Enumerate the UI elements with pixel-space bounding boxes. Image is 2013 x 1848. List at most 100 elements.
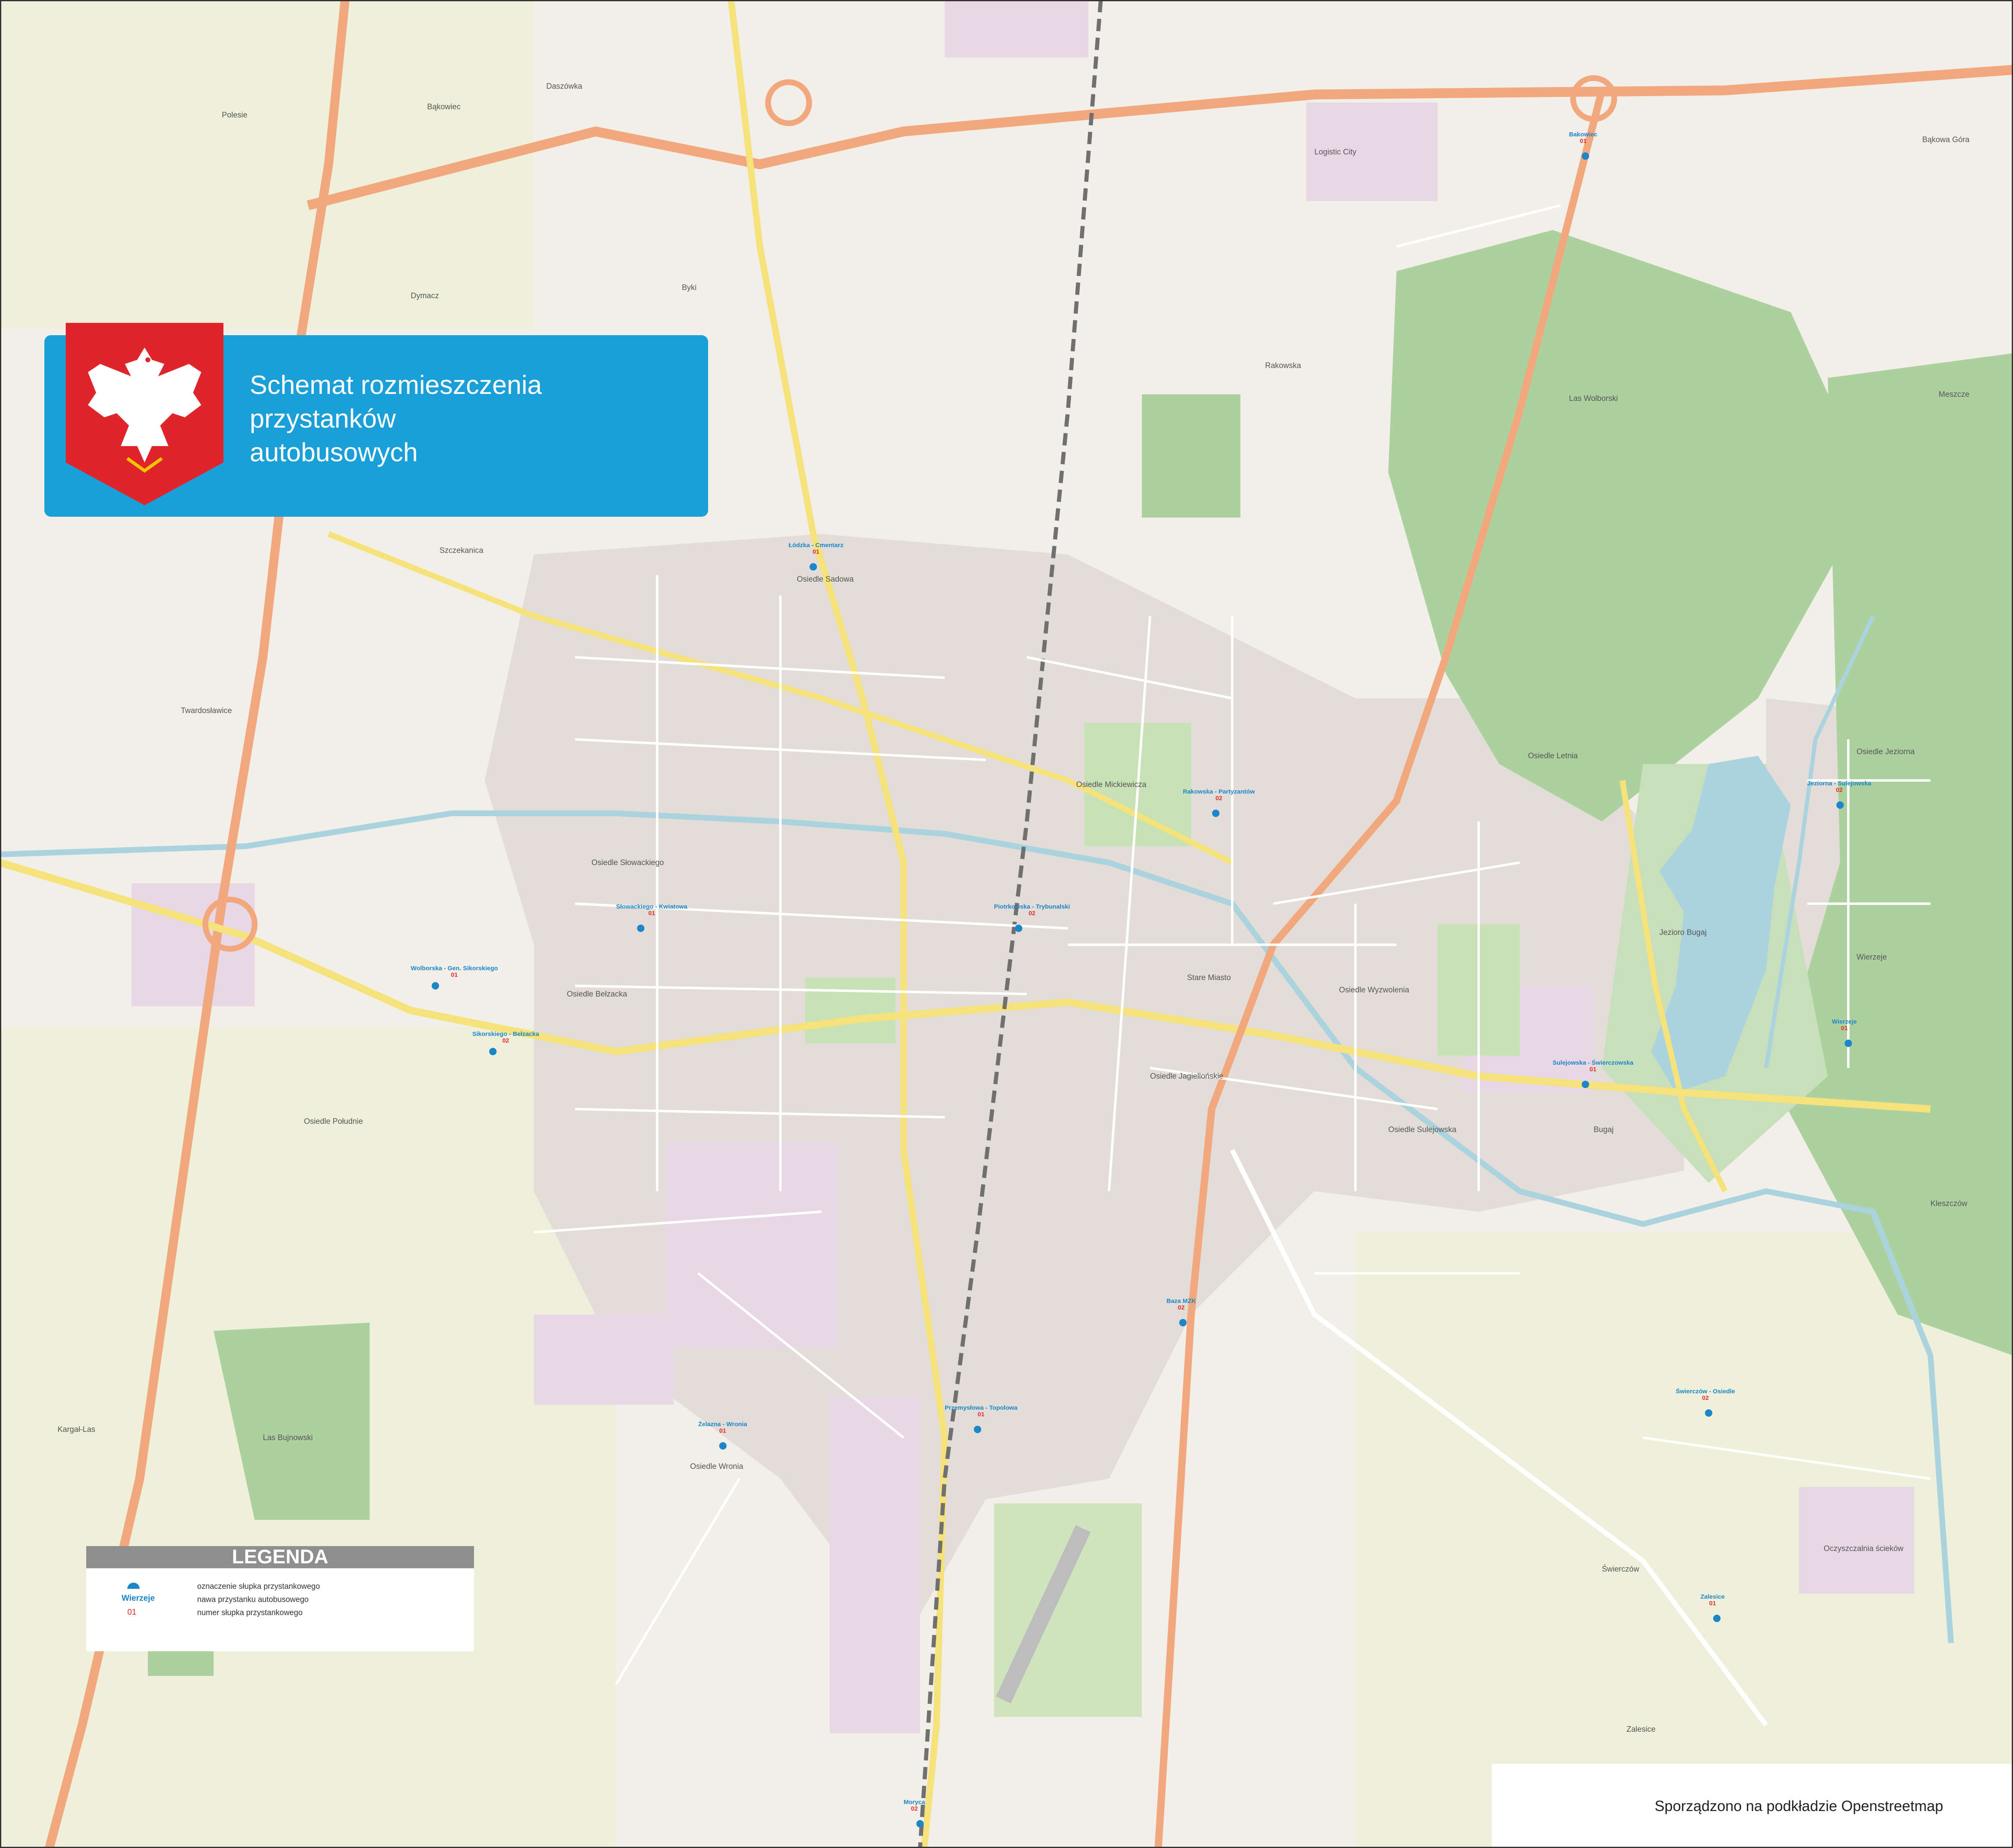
place-label: Kargał-Las [58, 1425, 95, 1434]
place-label: Osiedle Jagiellońskie [1150, 1072, 1224, 1081]
stop-number: 01 [451, 971, 458, 978]
stop-number: 01 [1709, 1600, 1716, 1607]
stop-pole-icon [432, 982, 439, 990]
stop-name: Zalesice [1700, 1593, 1725, 1600]
legend-sample-number: 01 [127, 1608, 137, 1617]
stop-pole-icon [1582, 1081, 1589, 1088]
place-label: Bąkowiec [427, 103, 461, 111]
stop-number: 02 [1178, 1304, 1185, 1311]
place-label: Osiedle Słowackiego [591, 858, 664, 867]
stop-name: Bakowiec [1569, 131, 1598, 138]
stop-number: 01 [719, 1427, 726, 1434]
bus-stop-label[interactable]: Zalesice 01 [1700, 1594, 1725, 1607]
stop-name: Słowackiego - Kwiatowa [616, 903, 688, 910]
stop-name: Piotrkowska - Trybunalski [994, 903, 1070, 910]
bus-stop-label[interactable]: Żelazna - Wronia 01 [698, 1421, 747, 1434]
bus-stop-label[interactable]: Baza MZK 02 [1166, 1298, 1196, 1311]
place-label: Osiedle Południe [304, 1117, 363, 1126]
industrial-zone [534, 1314, 674, 1405]
bus-stop-label[interactable]: Bakowiec 01 [1569, 131, 1597, 145]
stop-name: Sikorskiego - Bełzacka [472, 1031, 539, 1038]
place-label: Wierzeje [1857, 953, 1887, 962]
place-label: Jezioro Bugaj [1659, 928, 1707, 937]
place-label: Las Wolborski [1569, 394, 1618, 403]
place-label: Osiedle Jeziorna [1857, 748, 1915, 756]
bus-stop-label[interactable]: Moryca 02 [904, 1799, 925, 1812]
place-label: Osiedle Wronia [690, 1462, 743, 1471]
place-label: Oczyszczalnia ścieków [1824, 1544, 1904, 1553]
place-label: Rakowska [1265, 361, 1301, 370]
place-label: Osiedle Bełzacka [567, 990, 627, 999]
stop-pole-icon [1845, 1040, 1852, 1047]
place-label: Osiedle Letnia [1528, 752, 1578, 760]
stop-number: 01 [812, 548, 820, 555]
stop-name: Baza MZK [1166, 1298, 1196, 1305]
place-label: Osiedle Mickiewicza [1076, 780, 1147, 789]
place-label: Bąkowa Góra [1922, 136, 1970, 144]
stop-number: 02 [1702, 1395, 1709, 1402]
stop-name: Wolborska - Gen. Sikorskiego [411, 965, 498, 972]
source-text: Sporządzono na podkładzie Openstreetmap [1654, 1797, 1943, 1814]
stop-number: 01 [978, 1411, 985, 1418]
stop-name: Rakowska - Partyzantów [1183, 788, 1255, 795]
place-label: Twardosławice [181, 707, 232, 715]
title-line: Schemat rozmieszczenia [250, 370, 542, 400]
title-line: przystanków [250, 404, 396, 433]
legend-sample-name: Wierzeje [122, 1594, 155, 1603]
place-label: Byki [682, 283, 697, 292]
place-label: Kleszczów [1930, 1199, 1967, 1208]
bus-stop-label[interactable]: Świerczów - Osiedle 02 [1676, 1388, 1735, 1402]
bus-stop-label[interactable]: Sulejowska - Świerczowska 01 [1553, 1060, 1633, 1073]
stop-pole-icon [1212, 810, 1219, 817]
place-label: Daszówka [546, 82, 582, 91]
stop-number: 01 [648, 910, 656, 917]
stop-number: 01 [1580, 138, 1587, 145]
bus-stop-label[interactable]: Rakowska - Partyzantów 02 [1183, 789, 1255, 802]
industrial-zone [1799, 1487, 1914, 1594]
industrial-zone [945, 0, 1088, 58]
place-label: Polesie [222, 111, 248, 120]
stop-pole-icon [127, 1583, 140, 1589]
legend-heading: LEGENDA [86, 1546, 474, 1568]
legend: LEGENDA Wierzeje 01 oznaczenie słupka pr… [86, 1546, 474, 1651]
stop-number: 01 [1590, 1066, 1597, 1073]
bus-stop-label[interactable]: Słowackiego - Kwiatowa 01 [616, 904, 687, 917]
title-line: autobusowych [250, 437, 418, 467]
place-label: Las Bujnowski [263, 1434, 313, 1442]
stop-name: Przemysłowa - Topolowa [945, 1404, 1018, 1411]
forest-patch [1142, 394, 1240, 518]
place-label: Meszcze [1939, 390, 1969, 399]
stop-name: Świerczów - Osiedle [1676, 1388, 1735, 1395]
stop-number: 02 [1028, 910, 1035, 917]
bus-stop-label[interactable]: Sikorskiego - Bełzacka 02 [472, 1031, 539, 1044]
place-label: Stare Miasto [1187, 973, 1231, 982]
stop-name: Wierzeje [1832, 1018, 1857, 1025]
bus-stop-label[interactable]: Jeziorna - Sulejowska 02 [1807, 780, 1871, 794]
stop-pole-icon [1179, 1319, 1187, 1326]
bus-stop-label[interactable]: Piotrkowska - Trybunalski 02 [994, 904, 1070, 917]
stop-pole-icon [916, 1820, 924, 1827]
legend-label: oznaczenie słupka przystankowego [197, 1582, 320, 1591]
place-label: Dymacz [411, 292, 439, 300]
stop-number: 01 [1841, 1025, 1848, 1032]
bus-stop-label[interactable]: Wierzeje 01 [1832, 1019, 1857, 1032]
stop-pole-icon [810, 563, 817, 571]
stop-number: 02 [1215, 795, 1222, 802]
stop-number: 02 [911, 1805, 918, 1812]
stop-pole-icon [1705, 1409, 1712, 1417]
bus-stop-label[interactable]: Wolborska - Gen. Sikorskiego 01 [411, 965, 498, 978]
bus-stop-label[interactable]: Łódzka - Cmentarz 01 [789, 542, 843, 555]
stop-pole-icon [1015, 925, 1022, 932]
place-label: Szczekanica [439, 546, 483, 555]
park [805, 978, 895, 1043]
stop-pole-icon [974, 1426, 981, 1433]
stop-name: Jeziorna - Sulejowska [1807, 780, 1871, 787]
stop-name: Łódzka - Cmentarz [789, 542, 844, 549]
stop-pole-icon [1836, 801, 1844, 809]
industrial-zone [830, 1397, 920, 1733]
legend-label: numer słupka przystankowego [197, 1609, 303, 1617]
bus-stop-label[interactable]: Przemysłowa - Topolowa 01 [945, 1405, 1017, 1418]
place-label: Osiedle Sadowa [797, 575, 854, 584]
page-title: Schemat rozmieszczenia przystanków autob… [250, 368, 542, 469]
legend-label: nawa przystanku autobusowego [197, 1595, 309, 1604]
